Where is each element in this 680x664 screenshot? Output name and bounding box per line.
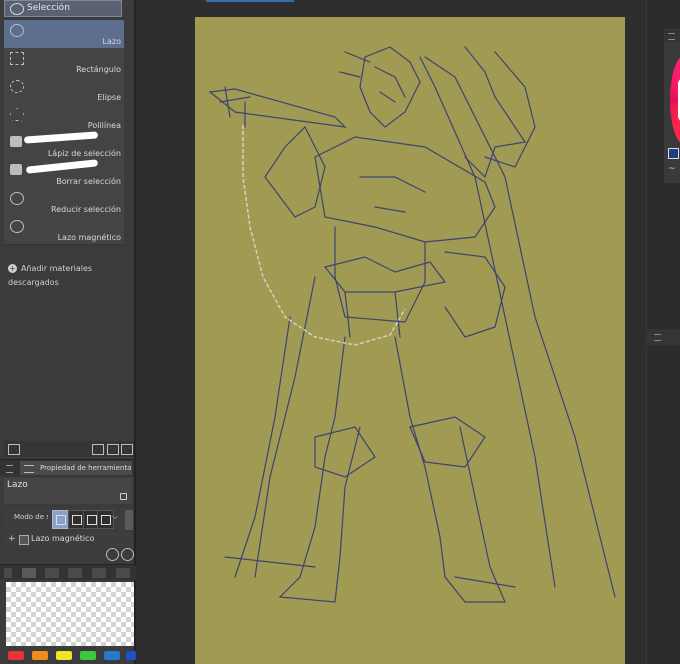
lasso-icon [10, 3, 24, 15]
reset-icon[interactable] [106, 548, 119, 561]
selection-eraser-icon [10, 164, 22, 175]
subtool-footer [4, 441, 134, 457]
lock-icon[interactable] [120, 493, 127, 500]
import-icon[interactable] [92, 444, 104, 455]
subtool-tab-selection[interactable]: Selección [4, 0, 122, 17]
polyline-select-icon [10, 108, 24, 121]
magnetic-lasso-row[interactable]: + Lazo magnético [4, 532, 134, 546]
copy-subtool-icon[interactable] [8, 444, 20, 455]
chevron-down-icon[interactable]: ⌵ [112, 512, 122, 525]
tool-item-ellipse[interactable]: Elipse [4, 76, 124, 105]
tab-color-history[interactable] [116, 568, 130, 578]
lasso-icon [10, 192, 24, 205]
tab-color-wheel[interactable] [45, 568, 59, 578]
tool-item-label: Lazo [102, 37, 121, 46]
tab-color-slider[interactable] [68, 568, 82, 578]
property-footer [4, 547, 134, 561]
tool-item-label: Borrar selección [56, 177, 121, 186]
selection-mode-label: Modo de s [14, 513, 48, 521]
tool-item-rectangle[interactable]: Rectángulo [4, 48, 124, 77]
tool-item-label: Lazo magnético [57, 233, 121, 242]
property-scrollbar[interactable] [125, 510, 133, 530]
plus-icon: + [8, 264, 17, 273]
trash-icon[interactable] [121, 444, 133, 455]
duplicate-icon[interactable] [107, 444, 119, 455]
color-swatch-row [6, 649, 142, 661]
tool-item-magnetic-lasso[interactable]: Lazo magnético [4, 216, 124, 245]
tool-item-polyline[interactable]: Polilínea [4, 104, 124, 133]
subtool-list: Lazo Rectángulo Elipse Polilínea Lápiz d… [4, 20, 124, 248]
tool-item-lasso[interactable]: Lazo [4, 20, 124, 49]
sketch-drawing [208, 46, 616, 603]
tab-label: Propiedad de herramienta [40, 464, 132, 472]
menu-icon[interactable] [654, 334, 661, 341]
tool-name: Lazo [7, 480, 28, 490]
tool-item-label: Polilínea [87, 121, 121, 130]
menu-icon[interactable] [668, 33, 675, 40]
color-panel-tabs [0, 564, 136, 580]
subtool-tab-label: Selección [27, 3, 70, 13]
tool-item-shrink-selection[interactable]: Reducir selección [4, 188, 124, 217]
lasso-icon [10, 24, 24, 37]
color-swatch[interactable] [56, 651, 72, 660]
active-tab-indicator [206, 0, 294, 2]
lasso-icon [10, 220, 24, 233]
add-material-button[interactable]: + Añadir materiales descargados [8, 262, 132, 287]
color-swatch[interactable] [80, 651, 96, 660]
tool-item-label: Elipse [97, 93, 121, 102]
expand-icon[interactable]: + [8, 535, 16, 544]
swap-colors-icon[interactable]: ~ [668, 165, 679, 174]
drawing-canvas[interactable] [195, 17, 625, 664]
mode-new-selection-button[interactable] [52, 510, 69, 529]
color-swatch[interactable] [32, 651, 48, 660]
rectangle-select-icon [10, 52, 24, 65]
tab-tool-property[interactable]: Propiedad de herramienta [20, 461, 132, 475]
magnetic-lasso-label: Lazo magnético [31, 534, 95, 543]
color-wheel-header [665, 30, 680, 42]
magnetic-lasso-checkbox[interactable] [19, 535, 29, 545]
sliders-icon [24, 465, 34, 473]
collapsed-panel-header[interactable] [646, 329, 680, 345]
menu-icon[interactable] [6, 465, 13, 473]
menu-icon[interactable] [4, 568, 12, 578]
tab-intermediate-color[interactable] [92, 568, 106, 578]
color-swatch[interactable] [8, 651, 24, 660]
ellipse-select-icon [10, 80, 24, 93]
selection-pen-icon [10, 136, 22, 147]
tool-item-label: Lápiz de selección [47, 149, 121, 158]
tool-item-label: Reducir selección [51, 205, 121, 214]
color-swatch[interactable] [104, 651, 120, 660]
tab-color-set[interactable] [22, 568, 36, 578]
tool-property-title: Lazo [4, 478, 132, 504]
wrench-icon[interactable] [121, 548, 134, 561]
transparent-color-preview[interactable] [6, 582, 134, 646]
tool-item-label: Rectángulo [76, 65, 121, 74]
primary-color-swatch[interactable] [668, 148, 679, 159]
